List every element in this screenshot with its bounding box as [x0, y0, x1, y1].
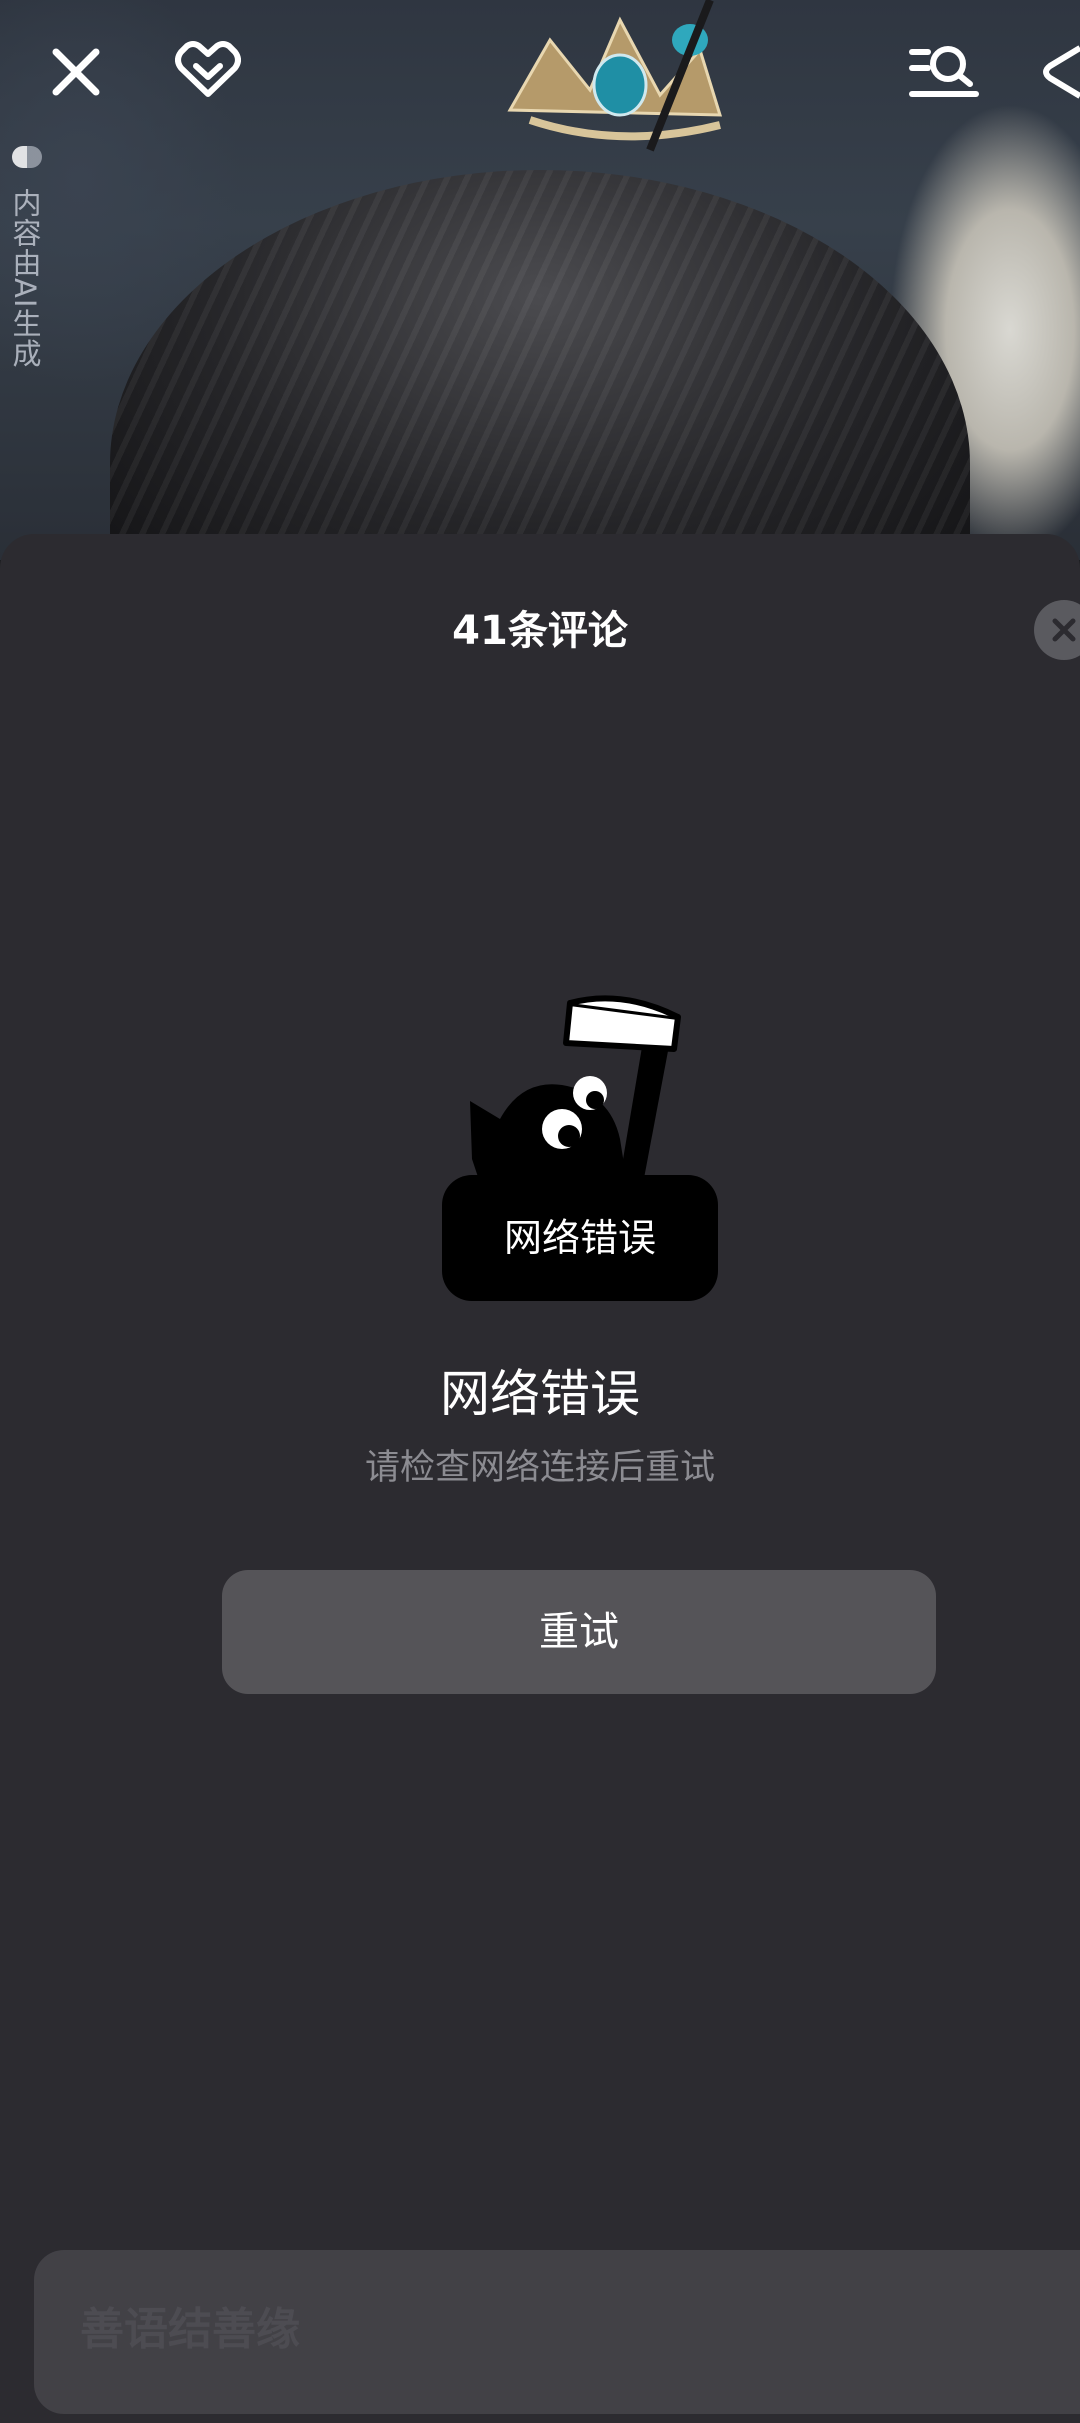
- retry-button[interactable]: 重试: [222, 1570, 936, 1694]
- close-icon: [1052, 618, 1076, 642]
- heart-check-icon: [175, 41, 241, 97]
- comment-input[interactable]: 善语结善缘: [34, 2250, 1080, 2414]
- ai-generated-label: 内容由AI生成: [8, 188, 42, 369]
- network-error-illustration: 网络错误: [442, 989, 718, 1301]
- error-badge: 网络错误: [442, 1175, 718, 1301]
- error-subtitle: 请检查网络连接后重试: [364, 1448, 715, 1488]
- hair-crown-image: [507, 0, 723, 152]
- comment-sheet: 41条评论 网络错误 网络错误 请检查网络连接后重试 重试 善语结善缘: [0, 534, 1080, 2423]
- share-icon: [1043, 45, 1080, 99]
- comment-input-placeholder: 善语结善缘: [80, 2304, 300, 2355]
- close-icon: [52, 48, 100, 96]
- comment-count-title: 41条评论: [452, 608, 628, 654]
- search-button[interactable]: [906, 36, 982, 108]
- character-hair-image: [110, 170, 970, 590]
- comments-screen: 内容由AI生成 41条评论 网络错误 网络错误 请检查网络连接后重试 重试 善语…: [0, 0, 1080, 2423]
- like-button[interactable]: [172, 34, 244, 106]
- error-title: 网络错误: [440, 1365, 640, 1423]
- ai-indicator-icon: [12, 146, 42, 168]
- search-list-icon: [909, 46, 979, 97]
- share-button[interactable]: [1040, 36, 1080, 108]
- close-button[interactable]: [40, 36, 112, 108]
